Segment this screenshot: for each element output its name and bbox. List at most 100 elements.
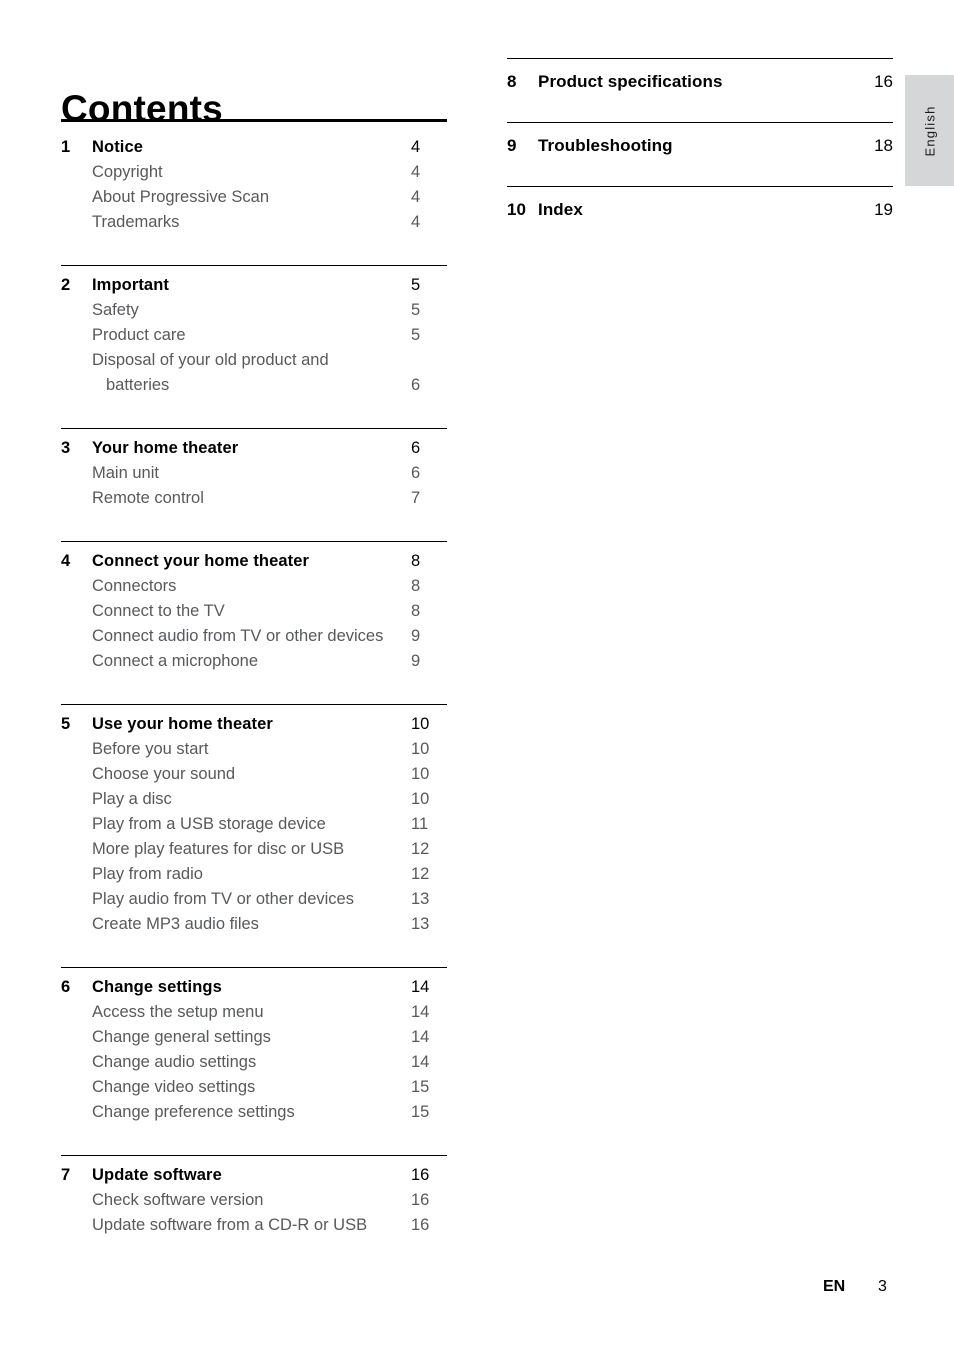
toc-entry-row[interactable]: Main unit 6 [61, 461, 447, 486]
toc-entry-label: More play features for disc or USB [92, 840, 345, 858]
page-footer: EN 3 [0, 1278, 954, 1302]
toc-section: 3 Your home theater 6 Main unit 6 Remote cont… [61, 428, 447, 511]
page-title: Contents [61, 87, 223, 129]
language-tab: English [905, 75, 954, 186]
toc-section-row[interactable]: 1 Notice 4 [61, 135, 447, 160]
toc-entry-row[interactable]: Change preference settings 15 [61, 1100, 447, 1125]
toc-entry-row[interactable]: Connect audio from TV or other devices 9 [61, 624, 447, 649]
toc-right-column: 8 Product specifications 16 9 Troubleshootin… [507, 58, 893, 224]
toc-section-number: 5 [61, 715, 71, 733]
toc-section-number: 9 [507, 136, 517, 155]
toc-entry-row[interactable]: Connect to the TV 8 [61, 599, 447, 624]
toc-section-title: Update software [92, 1166, 222, 1184]
toc-section-row[interactable]: 8 Product specifications 16 [507, 68, 893, 96]
toc-entry-label: Change general settings [92, 1028, 271, 1046]
toc-entry-row[interactable]: Choose your sound 10 [61, 762, 447, 787]
toc-section-row[interactable]: 2 Important 5 [61, 273, 447, 298]
section-divider [507, 186, 893, 187]
toc-entry-row[interactable]: Safety 5 [61, 298, 447, 323]
toc-entry-row[interactable]: About Progressive Scan 4 [61, 185, 447, 210]
toc-entry-row[interactable]: Product care 5 [61, 323, 447, 348]
toc-section-title: Your home theater [92, 439, 239, 457]
toc-entry-row[interactable]: batteries 6 [61, 373, 447, 398]
toc-page-number: 9 [411, 627, 421, 645]
toc-section: 5 Use your home theater 10 Before you start… [61, 704, 447, 937]
toc-page-number: 4 [411, 138, 421, 156]
toc-page-number: 10 [411, 765, 430, 783]
toc-entry-label: Create MP3 audio files [92, 915, 259, 933]
toc-entry-row[interactable]: Play from radio 12 [61, 862, 447, 887]
toc-page-number: 18 [874, 136, 893, 155]
toc-entry-row[interactable]: Copyright 4 [61, 160, 447, 185]
toc-entry-row[interactable]: Disposal of your old product and [61, 348, 447, 373]
toc-entry-row[interactable]: Play audio from TV or other devices 13 [61, 887, 447, 912]
toc-entry-label: Main unit [92, 464, 159, 482]
toc-entry-label: Play audio from TV or other devices [92, 890, 354, 908]
toc-entry-row[interactable]: Change general settings 14 [61, 1025, 447, 1050]
section-divider [61, 967, 447, 968]
toc-section-row[interactable]: 5 Use your home theater 10 [61, 712, 447, 737]
toc-page-number: 12 [411, 865, 430, 883]
language-tab-label: English [922, 104, 937, 157]
toc-section-row[interactable]: 4 Connect your home theater 8 [61, 549, 447, 574]
toc-section-row[interactable]: 7 Update software 16 [61, 1163, 447, 1188]
toc-section-title: Change settings [92, 978, 222, 996]
toc-page-number: 5 [411, 276, 421, 294]
toc-page-number: 16 [411, 1191, 430, 1209]
toc-page-number: 15 [411, 1103, 430, 1121]
toc-page-number: 8 [411, 577, 421, 595]
toc-page-number: 10 [411, 790, 430, 808]
toc-entry-label: Change audio settings [92, 1053, 257, 1071]
toc-page-number: 8 [411, 552, 421, 570]
toc-page-number: 6 [411, 464, 421, 482]
toc-section-row[interactable]: 6 Change settings 14 [61, 975, 447, 1000]
toc-entry-label: Play from radio [92, 865, 203, 883]
toc-entry-row[interactable]: Play from a USB storage device 11 [61, 812, 447, 837]
toc-page-number: 14 [411, 1053, 430, 1071]
toc-page-number: 7 [411, 489, 421, 507]
toc-entry-row[interactable]: Before you start 10 [61, 737, 447, 762]
toc-page-number: 16 [874, 72, 893, 91]
toc-section-number: 2 [61, 276, 71, 294]
toc-page-number: 14 [411, 1003, 430, 1021]
toc-entry-row[interactable]: Access the setup menu 14 [61, 1000, 447, 1025]
toc-page-number: 12 [411, 840, 430, 858]
toc-entry-row[interactable]: Create MP3 audio files 13 [61, 912, 447, 937]
section-divider [507, 122, 893, 123]
toc-section-title: Index [538, 200, 583, 219]
toc-entry-label: Change video settings [92, 1078, 256, 1096]
toc-entry-row[interactable]: Remote control 7 [61, 486, 447, 511]
toc-entry-row[interactable]: Change audio settings 14 [61, 1050, 447, 1075]
title-divider [61, 119, 447, 122]
toc-section-row[interactable]: 3 Your home theater 6 [61, 436, 447, 461]
toc-entry-row[interactable]: More play features for disc or USB 12 [61, 837, 447, 862]
toc-entry-label: Access the setup menu [92, 1003, 264, 1021]
toc-section-title: Use your home theater [92, 715, 273, 733]
toc-section-row[interactable]: 9 Troubleshooting 18 [507, 132, 893, 160]
toc-page-number: 15 [411, 1078, 430, 1096]
toc-entry-row[interactable]: Connect a microphone 9 [61, 649, 447, 674]
toc-page-number: 10 [411, 740, 430, 758]
toc-section: 4 Connect your home theater 8 Connectors 8 Co… [61, 541, 447, 674]
toc-section: 1 Notice 4 Copyright 4 About Progressive Scan… [61, 135, 447, 235]
toc-page-number: 4 [411, 163, 421, 181]
toc-page-number: 6 [411, 376, 421, 394]
toc-entry-row[interactable]: Update software from a CD-R or USB 16 [61, 1213, 447, 1238]
section-divider [507, 58, 893, 59]
toc-entry-row[interactable]: Play a disc 10 [61, 787, 447, 812]
section-divider [61, 428, 447, 429]
toc-entry-row[interactable]: Trademarks 4 [61, 210, 447, 235]
toc-page-number: 4 [411, 188, 421, 206]
toc-entry-row[interactable]: Check software version 16 [61, 1188, 447, 1213]
toc-entry-row[interactable]: Connectors 8 [61, 574, 447, 599]
toc-entry-row[interactable]: Change video settings 15 [61, 1075, 447, 1100]
toc-page-number: 8 [411, 602, 421, 620]
toc-page-number: 16 [411, 1166, 430, 1184]
toc-section-row[interactable]: 10 Index 19 [507, 196, 893, 224]
toc-entry-label: Copyright [92, 163, 163, 181]
toc-entry-label: Choose your sound [92, 765, 236, 783]
toc-page-number: 14 [411, 1028, 430, 1046]
